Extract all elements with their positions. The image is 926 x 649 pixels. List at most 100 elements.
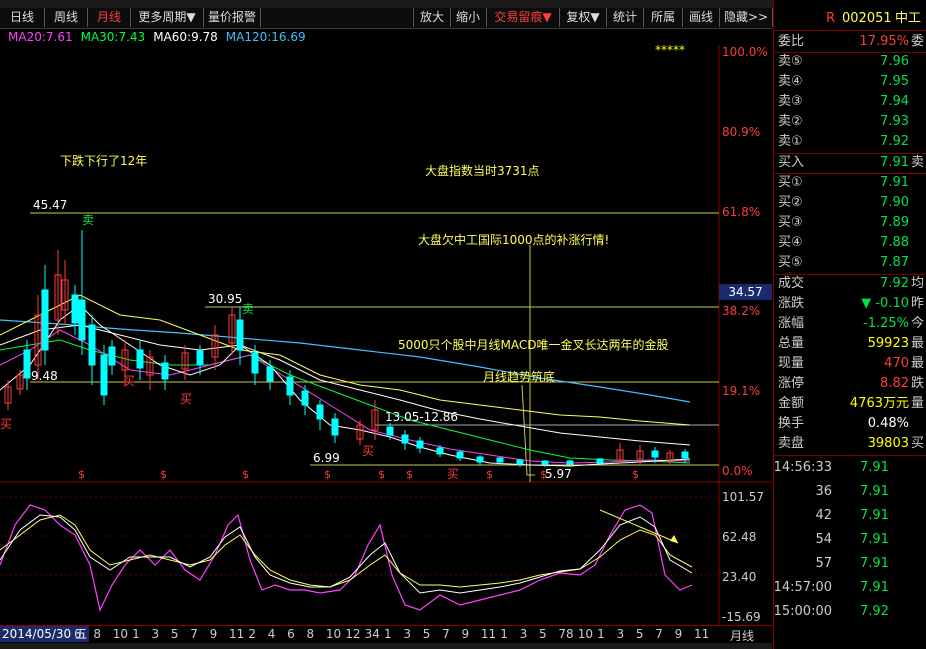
stat-row-label: 涨跌	[778, 296, 805, 311]
draw-line-button[interactable]: 画线	[683, 8, 720, 27]
buy-order-2-value: 7.90	[880, 195, 909, 210]
stat-row-label: 总量	[778, 336, 805, 351]
stat-row-ext: 最	[911, 356, 925, 371]
stat-row-label: 涨停	[778, 376, 805, 391]
tick-price: 7.91	[860, 556, 889, 571]
x-tick: 11	[229, 627, 245, 641]
bottom-tab-strip	[0, 643, 772, 649]
tick-price: 7.91	[860, 580, 889, 595]
kline-chart[interactable]: $ $ $ $ $ $ $ $ $	[0, 45, 772, 625]
stat-row-ext: 今	[911, 316, 925, 331]
annotation-bottom: 月线趋势筑底	[483, 370, 556, 384]
svg-text:$: $	[324, 468, 331, 481]
tick-price: 7.91	[860, 460, 889, 475]
hide-panel-button[interactable]: 隐藏>>	[720, 8, 773, 27]
axis-0: 0.0%	[722, 464, 753, 478]
stat-row-value: 8.82	[880, 376, 909, 391]
x-tick: 78	[558, 627, 574, 641]
weibi-row: 委比 17.95% 委	[774, 32, 926, 52]
buy-order-4: 买④ 7.88	[774, 233, 926, 253]
more-periods-dropdown[interactable]: 更多周期▼	[131, 8, 204, 27]
tick-time: 15:00:00	[773, 604, 832, 619]
x-tick: 12	[345, 627, 361, 641]
tab-daily[interactable]: 日线	[0, 8, 45, 27]
svg-text:$: $	[486, 468, 493, 481]
buy-order-1-label: 买①	[778, 175, 803, 190]
tick-row: 14:57:00 7.91	[774, 578, 926, 598]
buy-order-3-label: 买③	[778, 215, 803, 230]
annotation-index: 大盘指数当时3731点	[425, 164, 540, 178]
period-label: 月线	[730, 629, 755, 643]
svg-text:$: $	[160, 468, 167, 481]
buy-in-ext: 卖	[911, 155, 925, 170]
stat-row-label: 现量	[778, 356, 805, 371]
buy-order-2: 买② 7.90	[774, 193, 926, 213]
stock-code: 002051	[842, 11, 892, 26]
tick-price: 7.91	[860, 484, 889, 499]
x-tick: 9	[674, 627, 683, 641]
svg-text:$: $	[242, 468, 249, 481]
sector-button[interactable]: 所属	[644, 8, 683, 27]
stat-row-value: 7.92	[880, 276, 909, 291]
buy-marker-4: 买	[362, 444, 375, 458]
ma60-label: MA60:9.78	[153, 30, 218, 44]
buy-order-1: 买① 7.91	[774, 173, 926, 193]
x-tick: 10	[325, 627, 342, 641]
x-tick: 5	[170, 627, 179, 641]
stock-code-prefix: R	[826, 11, 836, 26]
x-tick: 3	[519, 627, 528, 641]
ind-axis-3: 23.40	[722, 570, 757, 584]
buy-order-5: 买⑤ 7.87	[774, 253, 926, 273]
tick-row: 15:00:00 7.92	[774, 602, 926, 622]
trade-trace-dropdown[interactable]: 交易留痕▼	[487, 8, 560, 27]
buy-order-4-label: 买④	[778, 235, 803, 250]
ma20-label: MA20:7.61	[8, 30, 73, 44]
adjust-dropdown[interactable]: 复权▼	[560, 8, 607, 27]
tab-monthly[interactable]: 月线	[88, 8, 131, 27]
x-tick: 5	[635, 627, 644, 641]
stat-row: 换手 0.48%	[774, 414, 926, 434]
tab-weekly[interactable]: 周线	[45, 8, 88, 27]
statistics-button[interactable]: 统计	[607, 8, 644, 27]
annotation-catchup: 大盘欠中工国际1000点的补涨行情!	[418, 233, 610, 247]
label-high-4547: 45.47	[33, 198, 68, 212]
sell-order-1: 卖① 7.92	[774, 132, 926, 152]
tick-price: 7.91	[860, 508, 889, 523]
stat-row-label: 成交	[778, 276, 805, 291]
stat-row-value: 39803	[867, 436, 909, 451]
x-tick: 3	[616, 627, 625, 641]
stat-row: 现量 470 最	[774, 354, 926, 374]
x-tick: 3	[151, 627, 160, 641]
sell-marker-2: 卖	[242, 302, 255, 316]
buy-marker-3: 买	[180, 392, 193, 406]
stat-row-label: 涨幅	[778, 316, 805, 331]
stat-row: 总量 59923 最	[774, 334, 926, 354]
x-tick: 1	[597, 627, 605, 641]
buy-order-5-value: 7.87	[880, 255, 909, 270]
label-low-597: 5.97	[545, 467, 572, 481]
tick-row: 36 7.91	[774, 482, 926, 502]
stat-row-label: 卖盘	[778, 436, 805, 451]
sell-order-5: 卖⑤ 7.96	[774, 52, 926, 72]
stat-row-ext: 均	[911, 276, 925, 291]
svg-text:$: $	[78, 468, 85, 481]
x-tick: 1	[384, 627, 392, 641]
zoom-out-button[interactable]: 缩小	[450, 8, 487, 27]
volume-price-alert-button[interactable]: 量价报警	[204, 8, 261, 27]
x-tick: 7	[442, 627, 450, 641]
x-tick: 34	[364, 627, 380, 641]
label-948: 9.48	[31, 369, 58, 383]
stat-row-ext: 买	[911, 436, 925, 451]
x-tick: 5	[539, 627, 547, 641]
zoom-in-button[interactable]: 放大	[413, 8, 451, 27]
sell-order-2-value: 7.93	[880, 114, 909, 129]
buy-order-3-value: 7.89	[880, 215, 909, 230]
ind-axis-1: 101.57	[722, 490, 764, 504]
x-tick: 11	[694, 627, 710, 641]
stat-row: 金额 4763万元量	[774, 394, 926, 414]
stat-row: 成交 7.92 均	[774, 274, 926, 294]
sell-order-4-label: 卖④	[778, 74, 803, 89]
label-high-3095: 30.95	[208, 292, 243, 306]
stat-row-ext: 量	[911, 396, 925, 411]
tick-time: 54	[815, 532, 832, 547]
